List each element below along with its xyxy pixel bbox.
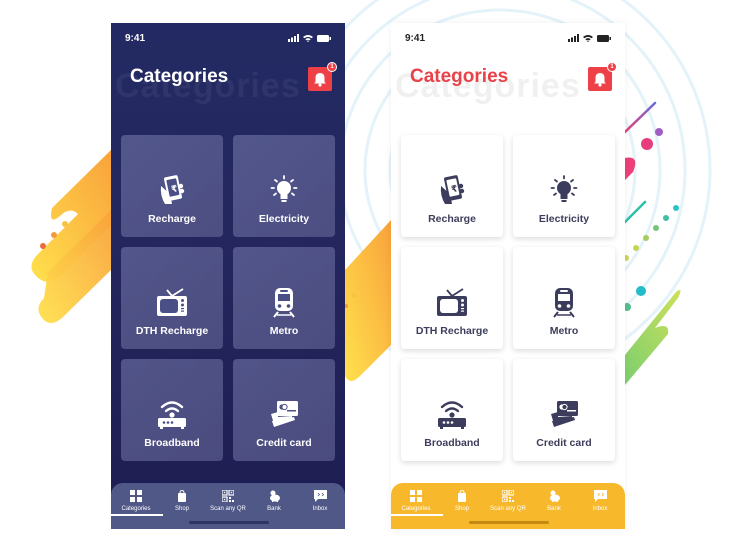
tab-bank[interactable]: Bank: [532, 489, 576, 512]
mobile-recharge-icon: ₹: [160, 175, 185, 204]
tab-label: Scan any QR: [490, 506, 526, 512]
notifications-button[interactable]: 1: [308, 62, 337, 91]
tab-label: Inbox: [592, 506, 608, 512]
lightbulb-icon: [270, 175, 298, 202]
inbox-icon: [593, 490, 607, 502]
active-tab-indicator: [111, 514, 163, 516]
category-label: Credit card: [536, 437, 592, 449]
train-icon: [273, 288, 295, 318]
notification-badge: 1: [327, 62, 337, 72]
category-label: Electricity: [258, 213, 310, 225]
tab-scan-qr[interactable]: Scan any QR: [206, 489, 250, 512]
wifi-icon: [583, 35, 593, 42]
bell-icon: [314, 72, 326, 87]
category-label: Broadband: [424, 437, 480, 449]
tab-bank[interactable]: Bank: [252, 489, 296, 512]
router-icon: [158, 401, 186, 429]
category-electricity[interactable]: Electricity: [233, 135, 335, 237]
bottom-tab-bar: Categories Shop Scan any QR Bank Inbox: [111, 483, 345, 529]
router-icon: [438, 401, 466, 429]
status-bar: 9:41: [405, 31, 611, 45]
wifi-icon: [303, 35, 313, 42]
mobile-recharge-icon: ₹: [440, 175, 465, 204]
category-label: DTH Recharge: [135, 325, 209, 337]
tab-categories[interactable]: Categories: [391, 489, 443, 516]
category-recharge[interactable]: ₹ Recharge: [121, 135, 223, 237]
category-label: Recharge: [428, 213, 476, 225]
tab-scan-qr[interactable]: Scan any QR: [486, 489, 530, 512]
tab-label: Bank: [547, 506, 561, 512]
status-time: 9:41: [125, 32, 146, 44]
tab-categories[interactable]: Categories: [111, 489, 163, 516]
tab-label: Categories: [401, 506, 431, 512]
tab-label: Shop: [454, 506, 469, 512]
tab-label: Shop: [174, 506, 189, 512]
battery-icon: [597, 34, 611, 42]
page-title: Categories: [130, 66, 229, 87]
shopping-bag-icon: [458, 490, 466, 502]
grid-icon: [410, 490, 422, 502]
credit-card-icon: [551, 401, 578, 427]
tab-shop[interactable]: Shop: [440, 489, 484, 512]
yellow-streaks-middle: [344, 220, 391, 381]
qr-icon: [502, 490, 514, 502]
category-label: Broadband: [144, 437, 200, 449]
category-label: Metro: [549, 325, 579, 337]
phone-dark-theme: 9:41 Categories Categories 1 ₹ Recharge …: [111, 23, 345, 529]
tab-label: Bank: [267, 506, 281, 512]
inbox-icon: [313, 490, 327, 502]
notifications-button[interactable]: 1: [588, 62, 617, 91]
category-label: Credit card: [256, 437, 312, 449]
signal-icon: [568, 34, 579, 42]
active-tab-indicator: [391, 514, 443, 516]
piggy-bank-icon: [269, 490, 280, 502]
bottom-tab-bar: Categories Shop Scan any QR Bank Inbox: [391, 483, 625, 529]
tab-inbox[interactable]: Inbox: [298, 489, 342, 512]
category-label: DTH Recharge: [415, 325, 489, 337]
shopping-bag-icon: [178, 490, 186, 502]
tv-icon: [437, 288, 467, 316]
tab-inbox[interactable]: Inbox: [578, 489, 622, 512]
status-time: 9:41: [405, 32, 426, 44]
yellow-streaks-left: [31, 150, 112, 323]
category-credit-card[interactable]: Credit card: [513, 359, 615, 461]
signal-icon: [288, 34, 299, 42]
battery-icon: [317, 34, 331, 42]
category-grid: ₹ Recharge Electricity DTH Recharge Metr…: [121, 135, 335, 461]
piggy-bank-icon: [549, 490, 560, 502]
bell-icon: [594, 72, 606, 87]
showcase-stage: 9:41 Categories Categories 1 ₹ Recharge …: [0, 0, 736, 552]
lightbulb-icon: [550, 175, 578, 202]
category-broadband[interactable]: Broadband: [401, 359, 503, 461]
train-icon: [553, 288, 575, 318]
tv-icon: [157, 288, 187, 316]
notification-badge: 1: [607, 62, 617, 72]
tab-label: Inbox: [312, 506, 328, 512]
tab-label: Categories: [121, 506, 151, 512]
category-label: Recharge: [148, 213, 196, 225]
page-title: Categories: [410, 66, 509, 87]
home-indicator: [189, 521, 269, 524]
category-credit-card[interactable]: Credit card: [233, 359, 335, 461]
tab-label: Scan any QR: [210, 506, 246, 512]
category-dth-recharge[interactable]: DTH Recharge: [401, 247, 503, 349]
category-recharge[interactable]: ₹ Recharge: [401, 135, 503, 237]
phone-light-theme: 9:41 Categories Categories 1 ₹ Recharge …: [391, 23, 625, 529]
credit-card-icon: [271, 401, 298, 427]
category-label: Metro: [269, 325, 299, 337]
category-dth-recharge[interactable]: DTH Recharge: [121, 247, 223, 349]
category-metro[interactable]: Metro: [513, 247, 615, 349]
grid-icon: [130, 490, 142, 502]
home-indicator: [469, 521, 549, 524]
tab-shop[interactable]: Shop: [160, 489, 204, 512]
category-label: Electricity: [538, 213, 590, 225]
category-metro[interactable]: Metro: [233, 247, 335, 349]
category-electricity[interactable]: Electricity: [513, 135, 615, 237]
category-grid: ₹ Recharge Electricity DTH Recharge Metr…: [401, 135, 615, 461]
category-broadband[interactable]: Broadband: [121, 359, 223, 461]
status-bar: 9:41: [125, 31, 331, 45]
qr-icon: [222, 490, 234, 502]
